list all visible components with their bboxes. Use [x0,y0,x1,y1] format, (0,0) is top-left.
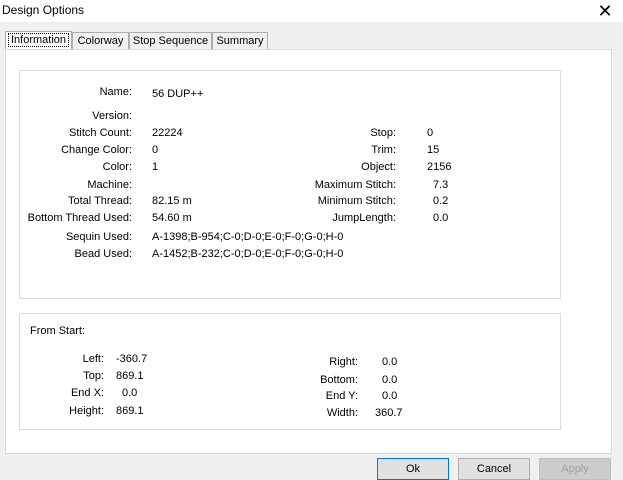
machine-label: Machine: [87,179,132,191]
trim-label: Trim: [371,144,396,156]
height-value: 869.1 [116,405,144,417]
tab-colorway[interactable]: Colorway [72,32,129,49]
tab-information[interactable]: Information [5,31,72,50]
bead-used-value: A-1452;B-232;C-0;D-0;E-0;F-0;G-0;H-0 [152,248,344,260]
bottom-thread-value: 54.60 m [152,212,192,224]
from-start-group: From Start: Left: -360.7 Top: 869.1 End … [19,313,561,430]
change-color-value: 0 [152,144,159,156]
tab-label: Summary [216,35,264,47]
sequin-used-value: A-1398;B-954;C-0;D-0;E-0;F-0;G-0;H-0 [152,231,344,243]
width-value: 360.7 [375,407,403,419]
tab-panel-information: Name: 56 DUP++ Version: Stitch Count: 22… [5,49,612,454]
total-thread-value: 82.15 m [152,195,192,207]
minimum-stitch-value: 0.2 [433,195,449,207]
name-label: Name: [99,86,132,98]
object-value: 2156 [427,161,452,173]
from-start-title: From Start: [30,325,86,337]
title-bar: Design Options ✕ [0,0,623,22]
tab-label: Colorway [77,35,124,47]
color-label: Color: [102,161,132,173]
stop-label: Stop: [370,127,396,139]
top-value: 869.1 [116,370,144,382]
end-y-label: End Y: [325,390,358,402]
name-value: 56 DUP++ [152,88,204,100]
right-value: 0.0 [382,356,398,368]
width-label: Width: [326,407,358,419]
total-thread-label: Total Thread: [67,195,132,207]
window-title: Design Options [2,3,85,17]
close-icon[interactable]: ✕ [595,0,615,22]
jump-length-value: 0.0 [433,212,449,224]
end-y-value: 0.0 [382,390,398,402]
height-label: Height: [69,405,104,417]
top-label: Top: [83,370,104,382]
minimum-stitch-label: Minimum Stitch: [317,195,396,207]
right-label: Right: [329,356,358,368]
stop-value: 0 [427,127,434,139]
end-x-label: End X: [70,387,104,399]
version-label: Version: [92,110,132,122]
object-label: Object: [361,161,396,173]
cancel-button[interactable]: Cancel [458,458,530,480]
stitch-count-value: 22224 [152,127,183,139]
left-value: -360.7 [116,353,148,365]
tab-label: Information [7,33,70,47]
color-value: 1 [152,161,159,173]
bottom-value: 0.0 [382,374,398,386]
ok-button[interactable]: Ok [377,458,449,480]
trim-value: 15 [427,144,440,156]
maximum-stitch-label: Maximum Stitch: [314,179,396,191]
bottom-thread-label: Bottom Thread Used: [27,212,132,224]
tab-summary[interactable]: Summary [212,32,268,49]
stitch-count-label: Stitch Count: [69,127,132,139]
change-color-label: Change Color: [61,144,132,156]
left-label: Left: [82,353,104,365]
sequin-used-label: Sequin Used: [65,231,132,243]
tab-stop-sequence[interactable]: Stop Sequence [129,32,212,49]
end-x-value: 0.0 [122,387,138,399]
apply-button[interactable]: Apply [539,458,611,480]
tab-label: Stop Sequence [132,35,209,47]
maximum-stitch-value: 7.3 [433,179,449,191]
design-info-group: Name: 56 DUP++ Version: Stitch Count: 22… [19,70,561,299]
jump-length-label: JumpLength: [332,212,396,224]
bead-used-label: Bead Used: [74,248,132,260]
bottom-label: Bottom: [320,374,358,386]
